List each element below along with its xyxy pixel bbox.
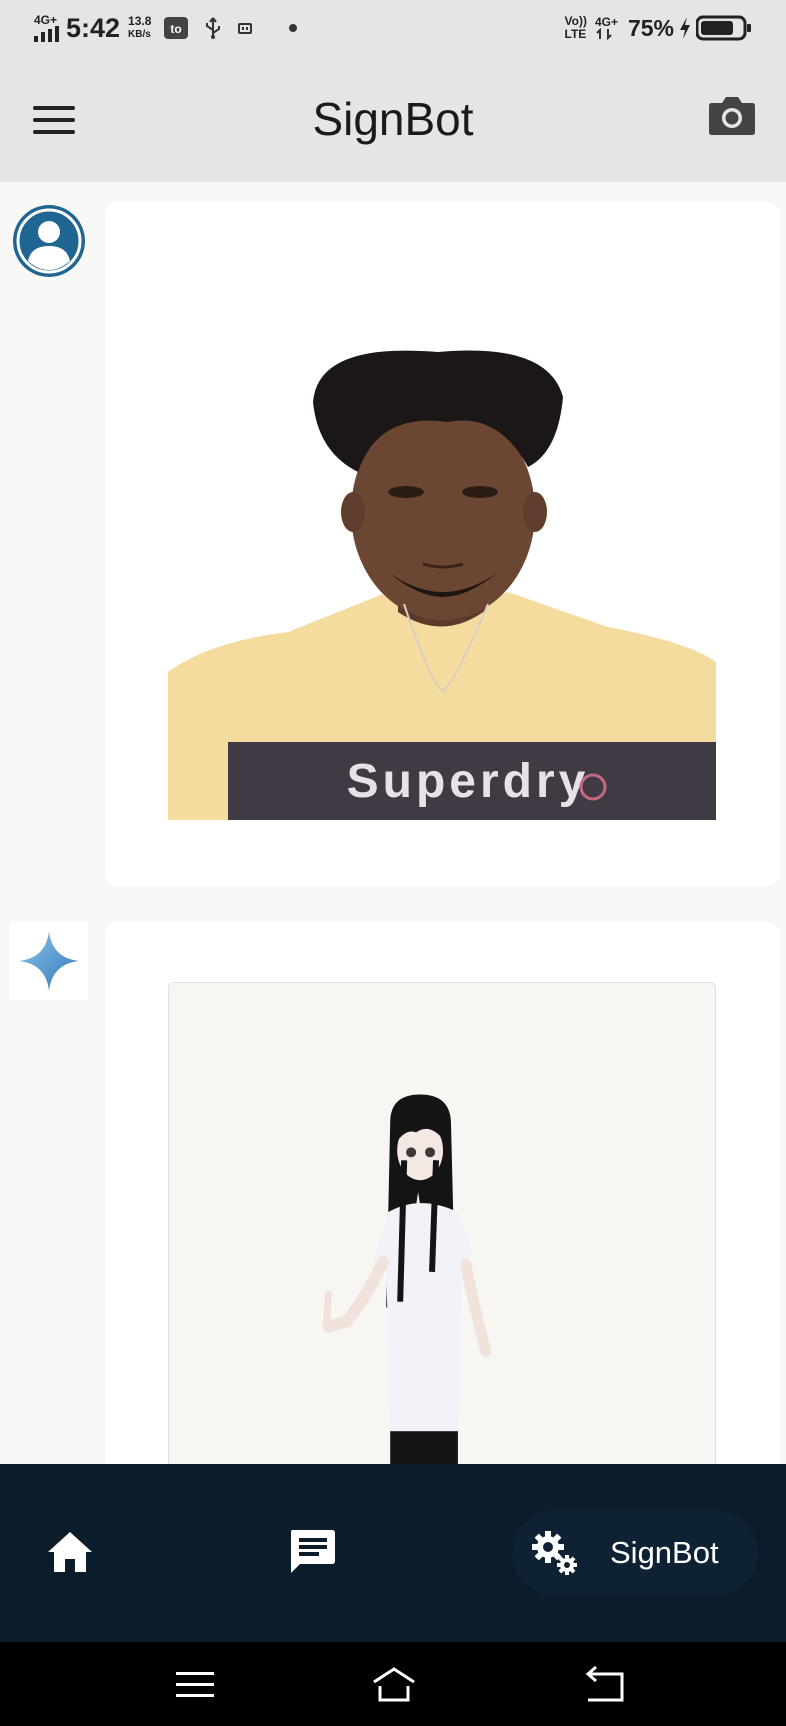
speed-unit: KB/s bbox=[128, 29, 151, 40]
charging-icon bbox=[680, 17, 690, 39]
home-icon[interactable] bbox=[46, 1530, 94, 1574]
usb-debug-icon: to bbox=[164, 17, 189, 39]
data-arrows-icon bbox=[596, 28, 612, 40]
chat-icon[interactable] bbox=[288, 1528, 336, 1576]
sign-avatar-video[interactable] bbox=[168, 982, 716, 1464]
gears-icon bbox=[532, 1531, 577, 1575]
signbot-nav-button[interactable]: SignBot bbox=[512, 1510, 758, 1596]
clock: 5:42 bbox=[66, 12, 121, 43]
user-photo[interactable]: Superdry bbox=[168, 342, 716, 820]
bot-avatar bbox=[10, 922, 88, 1000]
system-navigation-bar bbox=[0, 1642, 786, 1726]
camera-icon[interactable] bbox=[708, 94, 756, 136]
network-indicator-right: 4G+ bbox=[595, 16, 618, 40]
chat-area[interactable]: Superdry bbox=[0, 182, 786, 1464]
svg-text:Superdry: Superdry bbox=[347, 755, 590, 808]
volte-indicator: Vo)) LTE bbox=[565, 15, 587, 41]
bottom-navigation: SignBot bbox=[0, 1464, 786, 1642]
speed-value: 13.8 bbox=[128, 14, 152, 28]
network-speed: 13.8 KB/s bbox=[128, 15, 151, 41]
battery-percent: 75% bbox=[627, 14, 674, 41]
signbot-nav-label: SignBot bbox=[610, 1535, 719, 1570]
app-bar: SignBot bbox=[0, 56, 786, 182]
volte-bottom: LTE bbox=[564, 27, 587, 41]
back-icon[interactable] bbox=[584, 1664, 626, 1704]
status-bar: 4G+ 5:42 13.8 KB/s to Vo)) LTE 4G+ 75% bbox=[0, 0, 786, 56]
app-title: SignBot bbox=[312, 93, 474, 145]
signal-indicator: 4G+ bbox=[34, 14, 60, 42]
svg-text:to: to bbox=[171, 22, 182, 36]
recents-icon[interactable] bbox=[174, 1664, 216, 1704]
battery-icon bbox=[696, 15, 751, 41]
sparkle-icon bbox=[19, 931, 79, 991]
network-type-left: 4G+ bbox=[34, 13, 58, 27]
user-avatar-icon bbox=[13, 205, 85, 277]
signal-bars-icon bbox=[34, 26, 59, 42]
usb-icon bbox=[206, 17, 221, 39]
network-type-right: 4G+ bbox=[594, 15, 618, 29]
notification-icon bbox=[238, 23, 253, 34]
more-notifications-dot bbox=[289, 24, 298, 32]
system-home-icon[interactable] bbox=[372, 1664, 416, 1704]
